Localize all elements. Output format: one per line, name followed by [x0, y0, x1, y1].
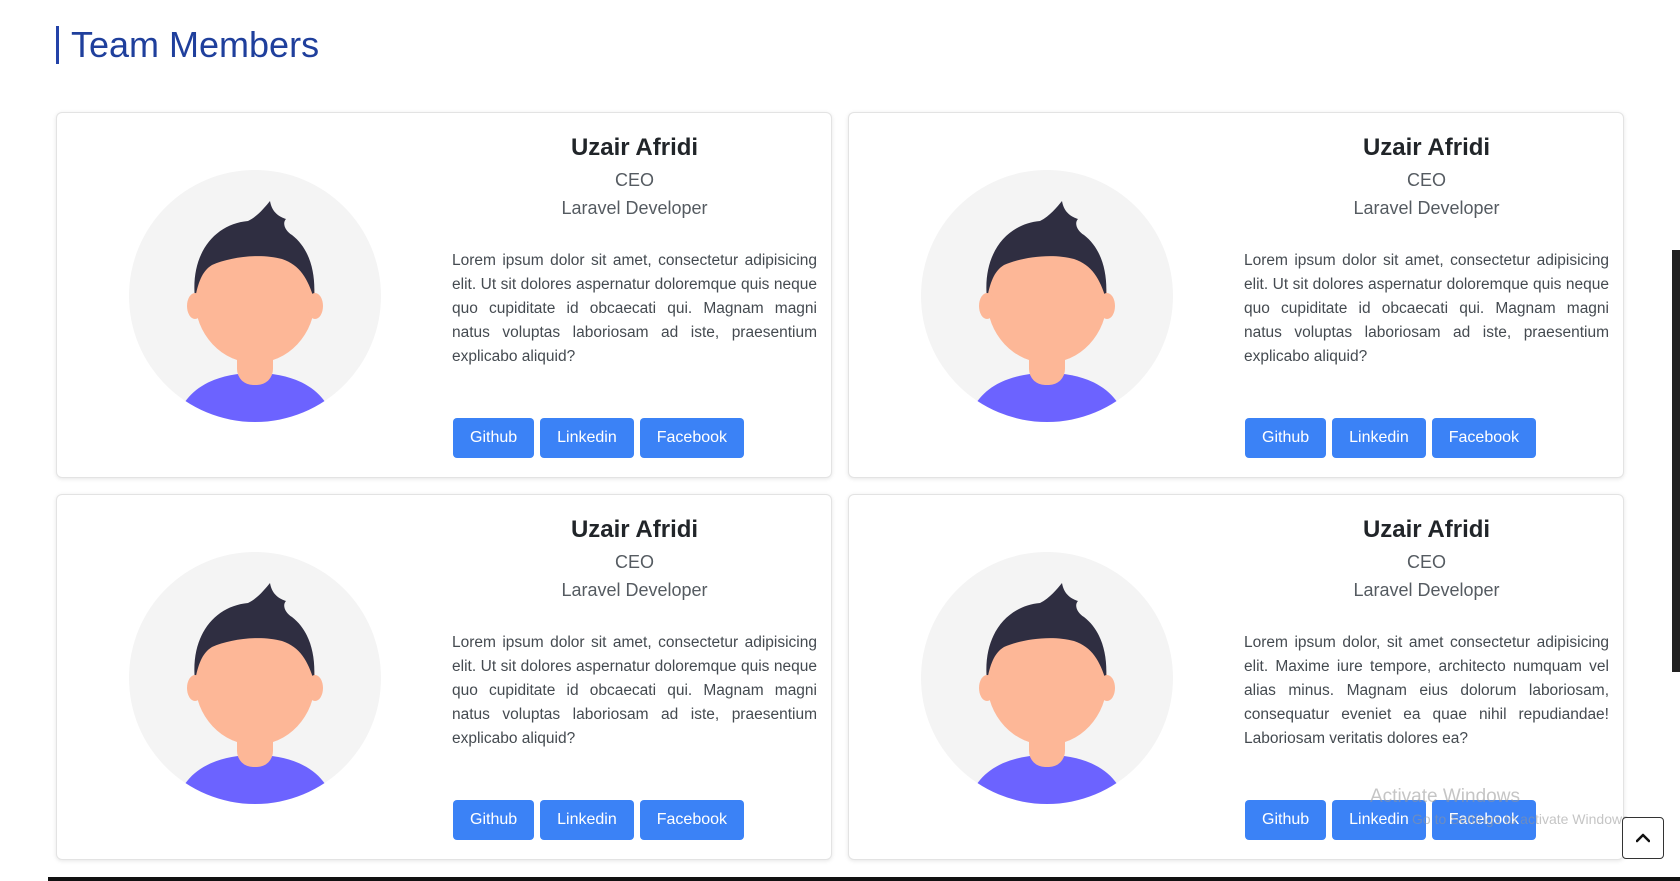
page-scrollbar[interactable] — [1672, 250, 1680, 672]
user-avatar-icon — [120, 543, 390, 813]
member-specialty: Laravel Developer — [1353, 198, 1500, 218]
team-member-card: Uzair Afridi CEO Laravel Developer Lorem… — [56, 494, 832, 860]
windows-activation-watermark: Activate Windows Go to Settings to activ… — [1370, 786, 1633, 830]
member-role: CEO — [614, 170, 654, 190]
team-member-card: Uzair Afridi CEO Laravel Developer Lorem… — [56, 112, 832, 478]
member-info: Uzair Afridi CEO Laravel Developer Lorem… — [452, 515, 817, 751]
social-buttons: Github Linkedin Facebook — [453, 800, 745, 840]
chevron-up-icon — [1635, 831, 1651, 846]
scroll-to-top-button[interactable] — [1622, 817, 1664, 859]
member-bio: Lorem ipsum dolor sit amet, consectetur … — [452, 252, 817, 365]
social-buttons: Github Linkedin Facebook — [453, 418, 745, 458]
member-specialty: Laravel Developer — [561, 580, 708, 600]
member-info: Uzair Afridi CEO Laravel Developer Lorem… — [1244, 133, 1609, 369]
watermark-subtitle: Go to Settings to activate Windows. — [1412, 811, 1633, 827]
watermark-title: Activate Windows — [1370, 786, 1520, 807]
user-avatar-icon — [120, 161, 390, 431]
member-role: CEO — [614, 552, 654, 572]
member-role: CEO — [1406, 552, 1446, 572]
social-buttons: Github Linkedin Facebook — [1245, 418, 1537, 458]
member-name: Uzair Afridi — [1362, 516, 1491, 543]
facebook-button[interactable]: Facebook — [639, 800, 745, 840]
member-bio: Lorem ipsum dolor, sit amet consectetur … — [1244, 634, 1609, 747]
github-button[interactable]: Github — [1245, 800, 1327, 840]
section-title: Team Members — [56, 26, 319, 64]
member-info: Uzair Afridi CEO Laravel Developer Lorem… — [452, 133, 817, 369]
member-specialty: Laravel Developer — [561, 198, 708, 218]
member-role: CEO — [1406, 170, 1446, 190]
github-button[interactable]: Github — [1245, 418, 1327, 458]
member-name: Uzair Afridi — [570, 134, 699, 161]
linkedin-button[interactable]: Linkedin — [540, 418, 634, 458]
user-avatar-icon — [912, 543, 1182, 813]
member-info: Uzair Afridi CEO Laravel Developer Lorem… — [1244, 515, 1609, 751]
bottom-divider — [48, 877, 1680, 881]
github-button[interactable]: Github — [453, 800, 535, 840]
github-button[interactable]: Github — [453, 418, 535, 458]
member-bio: Lorem ipsum dolor sit amet, consectetur … — [452, 634, 817, 747]
member-name: Uzair Afridi — [1362, 134, 1491, 161]
team-member-card: Uzair Afridi CEO Laravel Developer Lorem… — [848, 112, 1624, 478]
member-name: Uzair Afridi — [570, 516, 699, 543]
user-avatar-icon — [912, 161, 1182, 431]
member-specialty: Laravel Developer — [1353, 580, 1500, 600]
linkedin-button[interactable]: Linkedin — [540, 800, 634, 840]
team-page: Team Members Uzair Afridi CEO Laravel De… — [0, 0, 1680, 881]
facebook-button[interactable]: Facebook — [639, 418, 745, 458]
linkedin-button[interactable]: Linkedin — [1332, 418, 1426, 458]
member-bio: Lorem ipsum dolor sit amet, consectetur … — [1244, 252, 1609, 365]
facebook-button[interactable]: Facebook — [1431, 418, 1537, 458]
